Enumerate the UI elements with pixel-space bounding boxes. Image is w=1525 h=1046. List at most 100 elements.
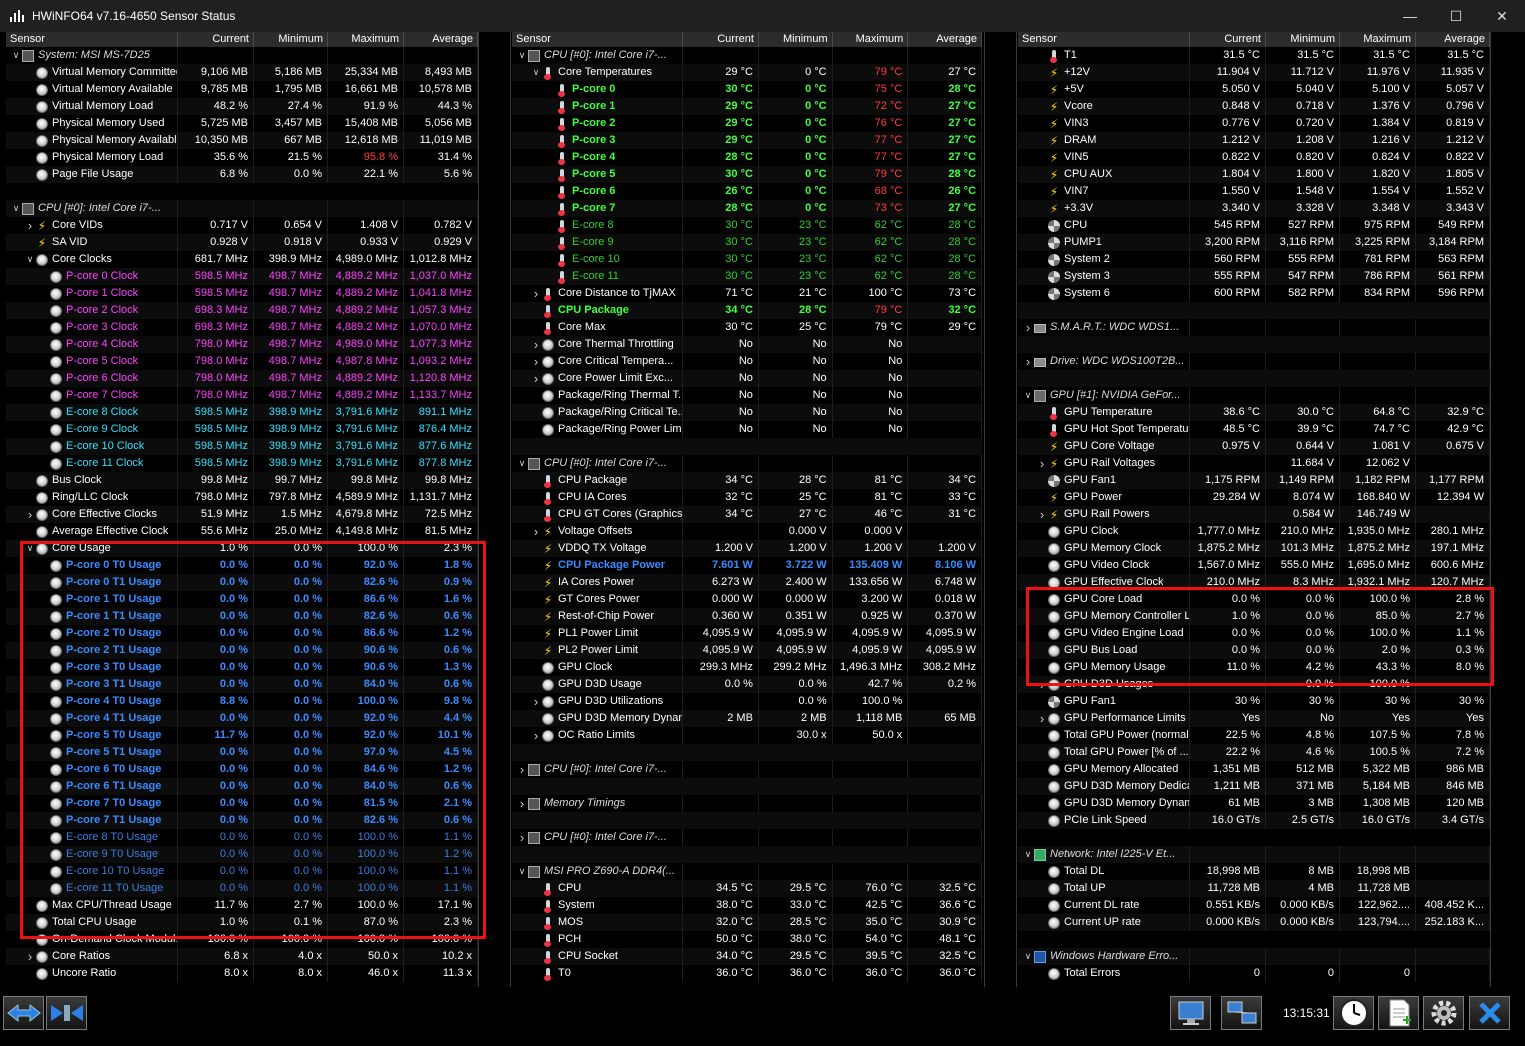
sensor-row[interactable]: P-core 5 30 °C 0 °C 79 °C 28 °C — [512, 166, 982, 183]
sensor-row[interactable]: › Core Effective Clocks 51.9 MHz 1.5 MHz 4,6… — [6, 506, 478, 523]
sensor-group-row[interactable]: ∨ GPU [#1]: NVIDIA GeFor... — [1018, 387, 1490, 404]
sensor-row[interactable]: Core Max 30 °C 25 °C 79 °C 29 °C — [512, 319, 982, 336]
sensor-row[interactable]: P-core 6 T0 Usage 0.0 % 0.0 % 84.6 % 1.2 % — [6, 761, 478, 778]
sensor-row[interactable]: Bus Clock 99.8 MHz 99.7 MHz 99.8 MHz 99.8 MH… — [6, 472, 478, 489]
collapse-chevron-icon[interactable]: ∨ — [530, 64, 542, 81]
sensor-row[interactable]: P-core 1 29 °C 0 °C 72 °C 27 °C — [512, 98, 982, 115]
sensor-row[interactable]: System 38.0 °C 33.0 °C 42.5 °C 36.6 °C — [512, 897, 982, 914]
sensor-row[interactable]: P-core 3 T1 Usage 0.0 % 0.0 % 84.0 % 0.6 % — [6, 676, 478, 693]
header-sensor[interactable]: Sensor — [1018, 32, 1190, 47]
sensor-row[interactable]: Package/Ring Power Limi... No No No — [512, 421, 982, 438]
sensor-row[interactable]: P-core 3 29 °C 0 °C 77 °C 27 °C — [512, 132, 982, 149]
sensor-row[interactable]: On-Demand Clock Modul... 100.0 % 100.0 % 10… — [6, 931, 478, 948]
sensor-row[interactable]: Virtual Memory Committed 9,106 MB 5,186 MB… — [6, 64, 478, 81]
sensor-row[interactable]: Virtual Memory Available 9,785 MB 1,795 MB… — [6, 81, 478, 98]
sensor-row[interactable]: PUMP1 3,200 RPM 3,116 RPM 3,225 RPM 3,184 RP… — [1018, 234, 1490, 251]
sensor-row[interactable]: ⚡ Rest-of-Chip Power 0.360 W 0.351 W 0.925 W… — [512, 608, 982, 625]
sensor-row[interactable]: GPU Memory Controller L... 1.0 % 0.0 % 85.0… — [1018, 608, 1490, 625]
sensor-row[interactable]: › ⚡ Voltage Offsets 0.000 V 0.000 V — [512, 523, 982, 540]
sensor-row[interactable]: CPU Package 34 °C 28 °C 79 °C 32 °C — [512, 302, 982, 319]
sensor-row[interactable]: ⚡ GPU Core Voltage 0.975 V 0.644 V 1.081 V 0.… — [1018, 438, 1490, 455]
sensor-row[interactable]: ⚡ VIN3 0.776 V 0.720 V 1.384 V 0.819 V — [1018, 115, 1490, 132]
sensor-row[interactable]: ⚡ +3.3V 3.340 V 3.328 V 3.348 V 3.343 V — [1018, 200, 1490, 217]
sensor-row[interactable]: P-core 1 Clock 598.5 MHz 498.7 MHz 4,889.2 … — [6, 285, 478, 302]
sensor-row[interactable]: ⚡ VDDQ TX Voltage 1.200 V 1.200 V 1.200 V 1.2… — [512, 540, 982, 557]
sensor-group-row[interactable]: › CPU [#0]: Intel Core i7-... — [512, 761, 982, 778]
collapse-chevron-icon[interactable]: ∨ — [1022, 948, 1034, 965]
sensor-row[interactable]: Average Effective Clock 55.6 MHz 25.0 MHz 4… — [6, 523, 478, 540]
collapse-chevron-icon[interactable]: ∨ — [24, 251, 36, 268]
sensor-row[interactable]: Total DL 18,998 MB 8 MB 18,998 MB — [1018, 863, 1490, 880]
collapse-chevron-icon[interactable]: ∨ — [24, 540, 36, 557]
sensor-row[interactable]: ⚡ IA Cores Power 6.273 W 2.400 W 133.656 W 6.… — [512, 574, 982, 591]
sensor-row[interactable]: E-core 10 T0 Usage 0.0 % 0.0 % 100.0 % 1.1 % — [6, 863, 478, 880]
header-sensor[interactable]: Sensor — [512, 32, 684, 47]
sensor-row[interactable]: Package/Ring Critical Te... No No No — [512, 404, 982, 421]
expand-chevron-icon[interactable]: › — [530, 353, 542, 370]
header-maximum[interactable]: Maximum — [328, 32, 404, 47]
clock-button[interactable] — [1333, 996, 1374, 1030]
expand-chevron-icon[interactable]: › — [530, 523, 542, 540]
header-sensor[interactable]: Sensor — [6, 32, 178, 47]
sensor-row[interactable]: P-core 0 T1 Usage 0.0 % 0.0 % 82.6 % 0.9 % — [6, 574, 478, 591]
collapse-chevron-icon[interactable]: ∨ — [1022, 846, 1034, 863]
sensor-group-row[interactable]: › Drive: WDC WDS100T2B... — [1018, 353, 1490, 370]
sensor-row[interactable]: ⚡ +12V 11.904 V 11.712 V 11.976 V 11.935 V — [1018, 64, 1490, 81]
log-file-button[interactable] — [1378, 996, 1419, 1030]
sensor-row[interactable]: PCH 50.0 °C 38.0 °C 54.0 °C 48.1 °C — [512, 931, 982, 948]
sensor-row[interactable]: ⚡ PL2 Power Limit 4,095.9 W 4,095.9 W 4,095.… — [512, 642, 982, 659]
sensor-group-row[interactable]: ∨ CPU [#0]: Intel Core i7-... — [6, 200, 478, 217]
sensor-row[interactable]: CPU Socket 34.0 °C 29.5 °C 39.5 °C 32.5 °C — [512, 948, 982, 965]
sensor-panel-2[interactable]: Sensor Current Minimum Maximum Average ∨ CPU [… — [512, 32, 982, 987]
sensor-row[interactable]: P-core 6 Clock 798.0 MHz 498.7 MHz 4,889.2 … — [6, 370, 478, 387]
sensor-row[interactable]: P-core 2 T0 Usage 0.0 % 0.0 % 86.6 % 1.2 % — [6, 625, 478, 642]
expand-chevron-icon[interactable]: › — [1036, 506, 1048, 523]
sensor-row[interactable]: ⚡ Vcore 0.848 V 0.718 V 1.376 V 0.796 V — [1018, 98, 1490, 115]
sensor-row[interactable]: P-core 4 T0 Usage 8.8 % 0.0 % 100.0 % 9.8 % — [6, 693, 478, 710]
sensor-row[interactable]: ⚡ GPU Power 29.284 W 8.074 W 168.840 W 12.394… — [1018, 489, 1490, 506]
sensor-row[interactable]: GPU Fan1 1,175 RPM 1,149 RPM 1,182 RPM 1,177… — [1018, 472, 1490, 489]
sensor-group-row[interactable]: ∨ MSI PRO Z690-A DDR4(... — [512, 863, 982, 880]
sensor-group-row[interactable]: › Memory Timings — [512, 795, 982, 812]
sensor-group-row[interactable]: ∨ CPU [#0]: Intel Core i7-... — [512, 455, 982, 472]
sensor-row[interactable]: System 2 560 RPM 555 RPM 781 RPM 563 RPM — [1018, 251, 1490, 268]
sensor-row[interactable]: › Core Ratios 6.8 x 4.0 x 50.0 x 10.2 x — [6, 948, 478, 965]
expand-chevron-icon[interactable]: › — [530, 285, 542, 302]
header-maximum[interactable]: Maximum — [1340, 32, 1416, 47]
sensor-row[interactable]: CPU 34.5 °C 29.5 °C 76.0 °C 32.5 °C — [512, 880, 982, 897]
sensor-row[interactable]: System 3 555 RPM 547 RPM 786 RPM 561 RPM — [1018, 268, 1490, 285]
sensor-row[interactable]: GPU Video Clock 1,567.0 MHz 555.0 MHz 1,695… — [1018, 557, 1490, 574]
sensor-row[interactable]: GPU Temperature 38.6 °C 30.0 °C 64.8 °C 32.9… — [1018, 404, 1490, 421]
sensor-row[interactable]: GPU Bus Load 0.0 % 0.0 % 2.0 % 0.3 % — [1018, 642, 1490, 659]
sensor-row[interactable]: Total CPU Usage 1.0 % 0.1 % 87.0 % 2.3 % — [6, 914, 478, 931]
exit-button[interactable] — [1469, 996, 1510, 1030]
collapse-chevron-icon[interactable]: ∨ — [516, 455, 528, 472]
sensor-row[interactable]: Physical Memory Used 5,725 MB 3,457 MB 15,4… — [6, 115, 478, 132]
sensor-row[interactable]: GPU Memory Allocated 1,351 MB 512 MB 5,322 … — [1018, 761, 1490, 778]
sensor-row[interactable]: ⚡ CPU AUX 1.804 V 1.800 V 1.820 V 1.805 V — [1018, 166, 1490, 183]
sensor-row[interactable]: P-core 7 T1 Usage 0.0 % 0.0 % 82.6 % 0.6 % — [6, 812, 478, 829]
sensor-row[interactable]: › OC Ratio Limits 30.0 x 50.0 x — [512, 727, 982, 744]
sensor-row[interactable]: P-core 7 T0 Usage 0.0 % 0.0 % 81.5 % 2.1 % — [6, 795, 478, 812]
header-current[interactable]: Current — [178, 32, 254, 47]
sensor-row[interactable]: P-core 5 T0 Usage 11.7 % 0.0 % 92.0 % 10.1 % — [6, 727, 478, 744]
sensor-row[interactable]: P-core 4 28 °C 0 °C 77 °C 27 °C — [512, 149, 982, 166]
sensor-row[interactable]: System 6 600 RPM 582 RPM 834 RPM 596 RPM — [1018, 285, 1490, 302]
sensor-row[interactable]: E-core 10 Clock 598.5 MHz 398.9 MHz 3,791.6… — [6, 438, 478, 455]
sensor-row[interactable]: P-core 6 26 °C 0 °C 68 °C 26 °C — [512, 183, 982, 200]
sensor-row[interactable]: P-core 1 T0 Usage 0.0 % 0.0 % 86.6 % 1.6 % — [6, 591, 478, 608]
sensor-row[interactable]: E-core 8 Clock 598.5 MHz 398.9 MHz 3,791.6 … — [6, 404, 478, 421]
sensor-row[interactable]: GPU Core Load 0.0 % 0.0 % 100.0 % 2.8 % — [1018, 591, 1490, 608]
sensor-row[interactable]: GPU Effective Clock 210.0 MHz 8.3 MHz 1,932… — [1018, 574, 1490, 591]
sensor-row[interactable]: P-core 0 T0 Usage 0.0 % 0.0 % 92.0 % 1.8 % — [6, 557, 478, 574]
expand-chevron-icon[interactable]: › — [516, 795, 528, 812]
sensor-row[interactable]: › ⚡ GPU Rail Powers 0.584 W 146.749 W — [1018, 506, 1490, 523]
sensor-row[interactable]: Current DL rate 0.551 KB/s 0.000 KB/s 122,9… — [1018, 897, 1490, 914]
sensor-row[interactable]: Current UP rate 0.000 KB/s 0.000 KB/s 123,7… — [1018, 914, 1490, 931]
sensor-row[interactable]: › Core Power Limit Exc... No No No — [512, 370, 982, 387]
sensor-row[interactable]: P-core 6 T1 Usage 0.0 % 0.0 % 84.0 % 0.6 % — [6, 778, 478, 795]
sensor-row[interactable]: › GPU Performance Limits Yes No Yes Yes — [1018, 710, 1490, 727]
sensor-row[interactable]: ⚡ CPU Package Power 7.601 W 3.722 W 135.409 … — [512, 557, 982, 574]
sensor-row[interactable]: › ⚡ GPU Rail Voltages 11.684 V 12.062 V — [1018, 455, 1490, 472]
expand-chevron-icon[interactable]: › — [24, 506, 36, 523]
